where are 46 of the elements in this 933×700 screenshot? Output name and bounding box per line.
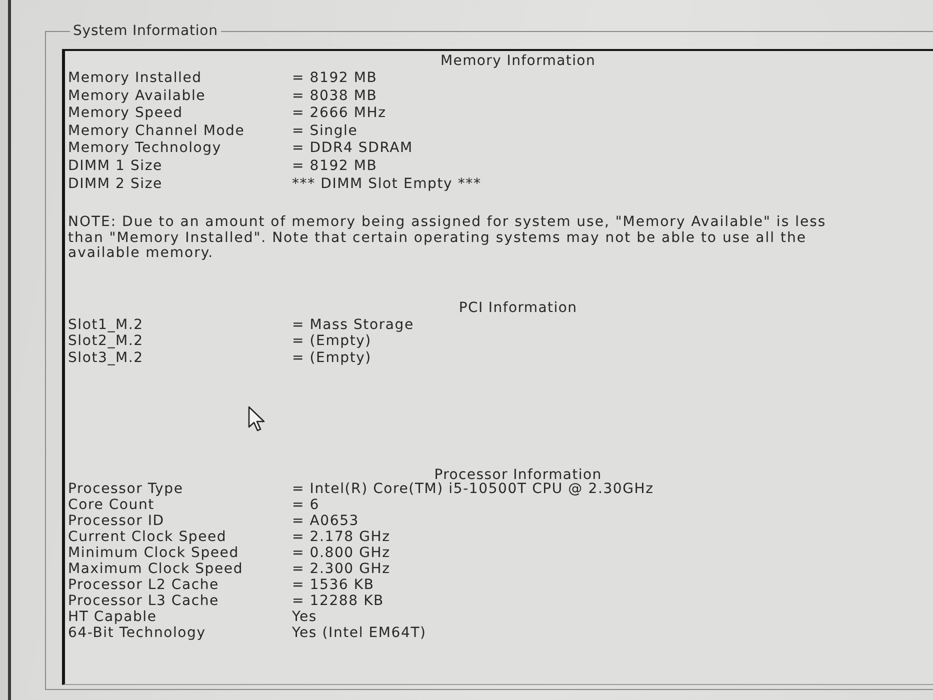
field-label: Slot2_M.2 [68,333,144,350]
field-label: Memory Speed [68,105,184,123]
field-value: = 8192 MB [292,158,378,176]
field-label: Slot3_M.2 [68,350,144,366]
field-label: Processor Type [68,481,184,498]
field-label: Slot1_M.2 [68,316,144,334]
field-value: = Single [292,122,359,140]
section-heading: PCI Information [458,300,578,317]
note-text: NOTE: Due to an amount of memory being assigned for system use, "Memory Available" is less than "Memory Installed". Note that certain operating systems may not be able to use all the available memory. [68,215,828,262]
field-label: DIMM 1 Size [68,158,164,176]
field-value: = 2666 MHz [292,105,388,123]
group-box-title: System Information [72,23,219,39]
field-label: Minimum Clock Speed [68,545,240,562]
field-value: = A0653 [292,513,360,530]
field-value: Yes [292,609,318,626]
section-heading: Processor Information [434,470,602,482]
field-value: *** DIMM Slot Empty *** [292,176,482,194]
field-label: DIMM 2 Size [68,176,164,194]
field-label: Current Clock Speed [68,529,228,546]
field-value: = 0.800 GHz [292,545,392,562]
field-label: Memory Installed [68,70,203,88]
field-value: = DDR4 SDRAM [292,140,414,158]
field-value: = (Empty) [292,333,372,350]
field-value: = 6 [292,497,320,514]
field-value: Yes (Intel EM64T) [292,625,428,642]
field-label: HT Capable [68,609,158,626]
field-label: Maximum Clock Speed [68,561,244,578]
field-label: Processor L2 Cache [68,577,220,594]
field-value: = Intel(R) Core(TM) i5-10500T CPU @ 2.30GHz [292,481,654,498]
field-value: = 2.300 GHz [292,561,392,578]
field-label: Memory Available [68,88,207,106]
field-value: = 1536 KB [292,577,376,594]
field-label: Memory Channel Mode [68,122,246,140]
field-value: = 12288 KB [292,593,385,610]
field-label: Processor ID [68,513,166,530]
field-label: Core Count [68,497,156,514]
section-heading: Memory Information [439,53,597,70]
field-value: = 8038 MB [292,88,378,106]
field-label: 64-Bit Technology [68,625,207,642]
field-value: = (Empty) [292,350,372,366]
field-value: = Mass Storage [292,316,414,334]
field-label: Processor L3 Cache [68,593,220,610]
field-value: = 2.178 GHz [292,529,392,546]
field-value: = 8192 MB [292,70,378,88]
mouse-pointer-icon [248,406,266,432]
field-label: Memory Technology [68,140,222,158]
